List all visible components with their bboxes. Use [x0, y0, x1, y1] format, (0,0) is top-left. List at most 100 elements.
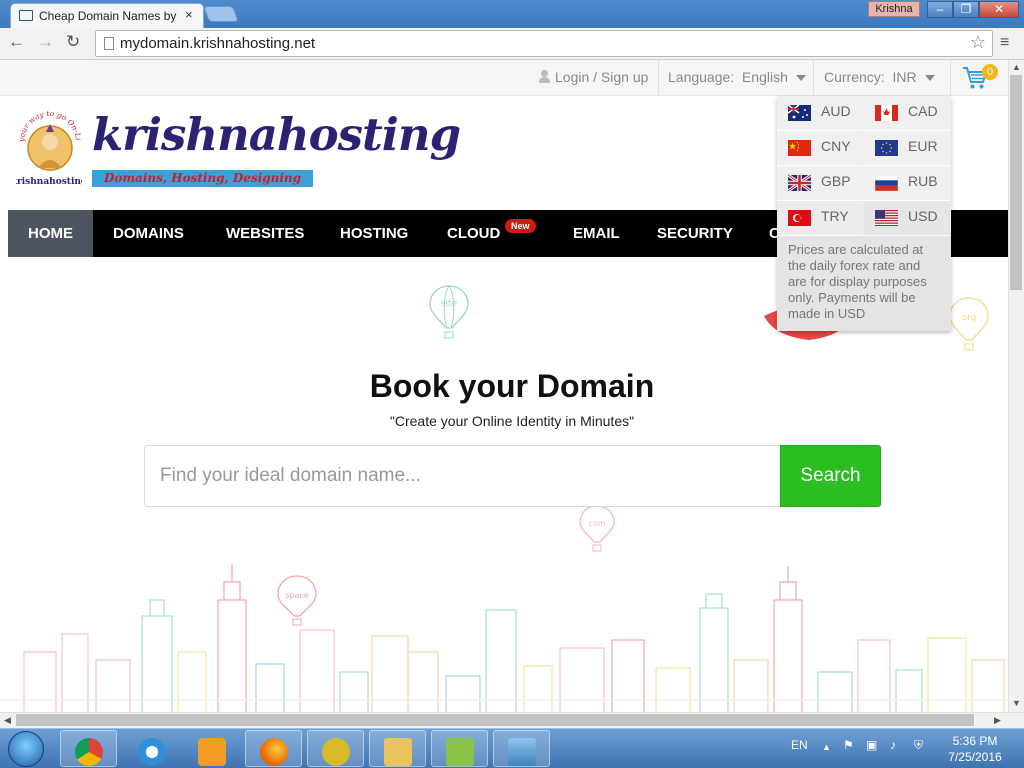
scroll-left-icon[interactable]: ◀ [4, 715, 11, 726]
windows-start-button[interactable] [8, 731, 44, 767]
photo-viewer-icon [508, 738, 536, 766]
russia-flag-icon [875, 175, 898, 191]
site-topbar: Login / Sign up Language: English Curren… [0, 60, 1008, 96]
nav-home[interactable]: HOME [8, 210, 93, 257]
notepad-icon [446, 738, 474, 766]
currency-code: TRY [821, 208, 849, 224]
vertical-scroll-thumb[interactable] [1010, 75, 1022, 290]
brand-name[interactable]: krishnahosting [92, 108, 461, 161]
currency-code: CNY [821, 138, 851, 154]
currency-code: EUR [908, 138, 938, 154]
nav-hosting[interactable]: HOSTING [340, 210, 408, 257]
new-badge: New [505, 219, 536, 233]
krishna-seal-logo[interactable]: your way to go On-Line krishnahosting [16, 108, 82, 188]
nav-security[interactable]: SECURITY [657, 210, 733, 257]
scroll-up-icon[interactable]: ▲ [1012, 62, 1021, 72]
currency-value: INR [892, 69, 917, 85]
balloon-label: org [962, 313, 977, 323]
currency-option-cad[interactable]: CAD [864, 96, 950, 131]
currency-option-rub[interactable]: RUB [864, 166, 950, 201]
page-icon [104, 37, 114, 50]
divider [813, 60, 814, 96]
address-bar[interactable]: mydomain.krishnahosting.net ☆ [95, 30, 993, 57]
bookmark-star-icon[interactable]: ☆ [970, 32, 986, 53]
chevron-down-icon [924, 75, 935, 82]
media-player-icon [198, 738, 226, 766]
profile-user-badge[interactable]: Krishna [868, 1, 920, 17]
nav-email[interactable]: EMAIL [573, 210, 620, 257]
currency-label: Currency: [824, 69, 885, 85]
currency-option-cny[interactable]: CNY [777, 131, 863, 166]
currency-option-try[interactable]: TRY [777, 201, 863, 236]
back-arrow-icon[interactable]: ← [8, 32, 25, 52]
volume-icon[interactable]: ♪ [890, 738, 896, 752]
currency-code: AUD [821, 103, 851, 119]
input-language[interactable]: EN [791, 738, 808, 752]
nav-websites[interactable]: WEBSITES [226, 210, 304, 257]
brand-tagline: Domains, Hosting, Designing [92, 170, 313, 187]
cart-count-badge: 0 [982, 64, 998, 80]
browser-tab[interactable]: Cheap Domain Names by × [10, 3, 204, 28]
folder-icon [384, 738, 412, 766]
new-tab-button[interactable] [203, 6, 239, 22]
url-text[interactable]: mydomain.krishnahosting.net [120, 35, 315, 52]
taskbar-editor[interactable] [431, 730, 488, 767]
balloon-site-icon: site [429, 285, 469, 339]
seal-text-bottom: krishnahosting [16, 177, 82, 187]
currency-code: CAD [908, 103, 938, 119]
currency-option-usd[interactable]: USD [864, 201, 950, 236]
language-selector[interactable]: Language: English [668, 69, 806, 85]
taskbar-ie[interactable] [123, 730, 180, 767]
nav-domains[interactable]: DOMAINS [113, 210, 184, 257]
close-window-button[interactable]: ✕ [979, 1, 1019, 18]
canada-flag-icon [875, 105, 898, 121]
china-flag-icon [788, 140, 811, 156]
tab-title: Cheap Domain Names by [39, 9, 177, 23]
hero-title: Book your Domain [369, 368, 655, 404]
divider [950, 60, 951, 96]
currency-option-eur[interactable]: EUR [864, 131, 950, 166]
taskbar-app-fw[interactable] [307, 730, 364, 767]
login-label: Login / Sign up [555, 69, 649, 85]
chrome-icon [75, 738, 103, 766]
minimize-button[interactable]: – [927, 1, 953, 18]
scroll-down-icon[interactable]: ▼ [1012, 698, 1021, 708]
browser-menu-icon[interactable]: ≡ [1000, 34, 1009, 52]
taskbar-explorer[interactable] [369, 730, 426, 767]
currency-dropdown: AUD CAD CNY EUR GBP RUB TRY USD Prices a… [777, 96, 951, 331]
hero-subtitle: "Create your Online Identity in Minutes" [389, 413, 635, 429]
internet-explorer-icon [138, 738, 166, 766]
clock-time: 5:36 PM [952, 734, 998, 748]
currency-option-aud[interactable]: AUD [777, 96, 863, 131]
network-icon[interactable]: ▣ [866, 738, 877, 752]
scroll-right-icon[interactable]: ▶ [994, 715, 1001, 726]
tray-expand-icon[interactable]: ▲ [822, 742, 831, 752]
search-button[interactable]: Search [780, 445, 881, 507]
user-icon [539, 70, 550, 83]
eu-flag-icon [875, 140, 898, 156]
login-signup-link[interactable]: Login / Sign up [539, 69, 648, 85]
restore-button[interactable]: ❐ [953, 1, 979, 18]
balloon-org-icon: org [949, 297, 989, 351]
language-value: English [741, 69, 788, 85]
taskbar-photo-viewer[interactable] [493, 730, 550, 767]
currency-selector[interactable]: Currency: INR [824, 69, 935, 85]
action-center-icon[interactable]: ⚑ [843, 738, 854, 752]
window-titlebar: Cheap Domain Names by × Krishna – ❐ ✕ [0, 0, 1024, 28]
domain-search-input[interactable] [145, 446, 781, 506]
system-clock[interactable]: 5:36 PM 7/25/2016 [940, 733, 1010, 765]
page-favicon-icon [19, 10, 33, 21]
balloon-label: com [588, 519, 605, 528]
security-shield-icon[interactable]: ⛨ [914, 738, 923, 753]
taskbar-chrome[interactable] [60, 730, 117, 767]
taskbar-firefox[interactable] [245, 730, 302, 767]
taskbar-media-player[interactable] [183, 730, 240, 767]
horizontal-scroll-thumb[interactable] [16, 714, 974, 726]
currency-code: GBP [821, 173, 851, 189]
language-label: Language: [668, 69, 735, 85]
nav-cloud[interactable]: CLOUD [447, 210, 500, 257]
tab-close-icon[interactable]: × [185, 7, 193, 22]
reload-icon[interactable]: ↻ [66, 32, 80, 52]
forward-arrow-icon[interactable]: → [37, 32, 54, 52]
currency-option-gbp[interactable]: GBP [777, 166, 863, 201]
